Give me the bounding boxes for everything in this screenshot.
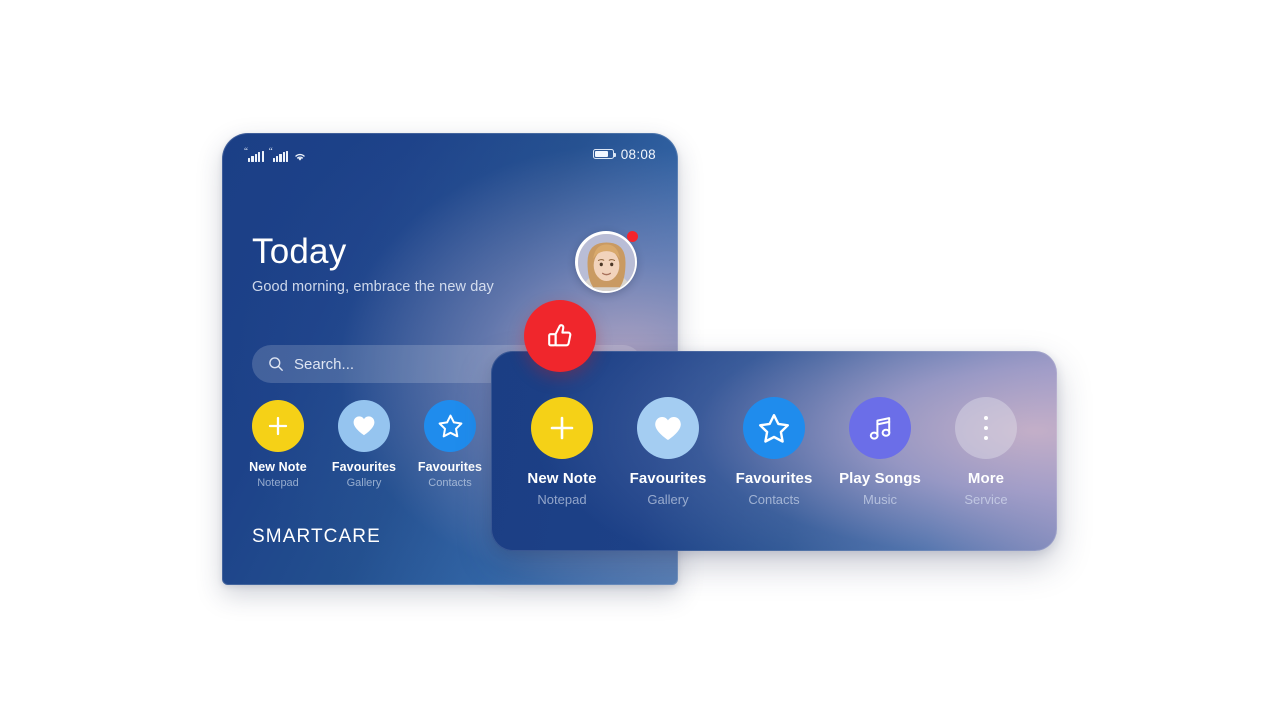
signal-bars-icon: “ — [244, 145, 264, 162]
shortcut-favourites-contacts[interactable]: Favourites Contacts — [417, 400, 483, 489]
signal-bars-icon-2: “ — [268, 145, 289, 162]
shortcut-label: Favourites — [331, 460, 397, 474]
heart-icon — [353, 416, 375, 436]
card-shortcut-sublabel: Service — [964, 492, 1008, 507]
card-shortcut-label: Favourites — [735, 470, 813, 487]
card-shortcut-sublabel: Gallery — [647, 492, 689, 507]
heart-icon — [655, 416, 681, 440]
status-bar-clock: 08:08 — [620, 146, 656, 162]
card-shortcut-sublabel: Notepad — [537, 492, 587, 507]
more-dots-icon — [984, 416, 988, 440]
shortcut-sublabel: Gallery — [346, 477, 382, 489]
greeting-block: Today Good morning, embrace the new day — [252, 232, 494, 297]
plus-icon-circle — [531, 397, 593, 459]
card-shortcut-label: Favourites — [629, 470, 707, 487]
avatar-photo — [577, 233, 635, 291]
shortcut-sublabel: Contacts — [428, 477, 472, 489]
search-placeholder: Search... — [294, 355, 355, 373]
notification-dot — [627, 231, 638, 242]
status-bar-left: “ “ — [244, 145, 307, 162]
heart-icon-circle — [338, 400, 390, 452]
card-shortcut-new-note[interactable]: New Note Notepad — [513, 397, 611, 507]
card-shortcut-favourites-gallery[interactable]: Favourites Gallery — [619, 397, 717, 507]
wifi-icon — [293, 151, 307, 162]
card-shortcut-more[interactable]: More Service — [937, 397, 1035, 507]
star-icon-circle — [743, 397, 805, 459]
star-icon — [438, 414, 462, 438]
card-shortcut-play-songs[interactable]: Play Songs Music — [831, 397, 929, 507]
card-shortcut-favourites-contacts[interactable]: Favourites Contacts — [725, 397, 823, 507]
thumbs-up-badge[interactable] — [524, 300, 596, 372]
shortcut-sublabel: Notepad — [257, 477, 299, 489]
sim-indicator-icon-2: “ — [268, 145, 273, 156]
sim-indicator-icon: “ — [244, 145, 248, 156]
status-bar-right: 08:08 — [592, 146, 656, 162]
status-bar: “ “ 08:08 — [222, 141, 678, 167]
shortcut-new-note[interactable]: New Note Notepad — [248, 400, 308, 489]
shortcut-card: New Note Notepad Favourites Gallery Favo… — [491, 351, 1057, 551]
canvas: “ “ 08:08 Today Good morning, embrace th… — [0, 0, 1280, 720]
search-icon — [268, 356, 284, 372]
shortcut-label: Favourites — [417, 460, 483, 474]
plus-icon — [268, 416, 288, 436]
plus-icon — [550, 416, 574, 440]
card-shortcut-sublabel: Contacts — [748, 492, 800, 507]
phone-shortcut-row: New Note Notepad Favourites Gallery Favo… — [248, 400, 483, 489]
card-shortcut-row: New Note Notepad Favourites Gallery Favo… — [513, 397, 1035, 507]
smartcare-section-title: SMARTCARE — [252, 526, 381, 547]
shortcut-favourites-gallery[interactable]: Favourites Gallery — [331, 400, 397, 489]
thumbs-up-icon — [548, 324, 572, 347]
music-note-icon-circle — [849, 397, 911, 459]
card-shortcut-label: More — [967, 470, 1005, 487]
more-dots-icon-circle — [955, 397, 1017, 459]
avatar[interactable] — [575, 231, 638, 293]
heart-icon-circle — [637, 397, 699, 459]
plus-icon-circle — [252, 400, 304, 452]
battery-icon — [592, 149, 616, 159]
star-icon-circle — [424, 400, 476, 452]
card-shortcut-sublabel: Music — [863, 492, 897, 507]
music-note-icon — [869, 416, 890, 440]
shortcut-label: New Note — [249, 460, 307, 474]
star-icon — [759, 413, 789, 443]
greeting-subtitle: Good morning, embrace the new day — [252, 279, 494, 295]
card-shortcut-label: New Note — [527, 470, 597, 487]
card-shortcut-label: Play Songs — [839, 470, 921, 487]
page-title: Today — [252, 232, 347, 271]
